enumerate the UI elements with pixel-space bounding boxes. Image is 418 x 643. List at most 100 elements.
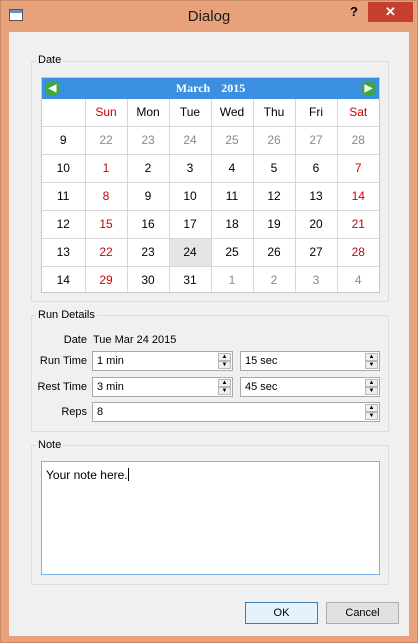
calendar-day[interactable]: 27 <box>295 126 338 155</box>
help-button[interactable]: ? <box>344 2 364 22</box>
text-cursor <box>127 468 129 481</box>
week-number-corner <box>42 99 86 127</box>
calendar-day[interactable]: 8 <box>85 182 128 211</box>
calendar-header: ◀ March 2015 ▶ <box>42 78 379 99</box>
calendar-day[interactable]: 22 <box>85 126 128 155</box>
calendar-day[interactable]: 25 <box>211 238 254 267</box>
calendar-week-row: 13 22 23 24 25 26 27 28 <box>42 238 379 267</box>
date-label: Date <box>63 334 87 346</box>
calendar-day[interactable]: 20 <box>295 210 338 239</box>
calendar-month[interactable]: March <box>176 81 210 95</box>
calendar-year[interactable]: 2015 <box>221 81 245 95</box>
calendar-day[interactable]: 12 <box>253 182 296 211</box>
calendar-day[interactable]: 25 <box>211 126 254 155</box>
calendar-day[interactable]: 26 <box>253 238 296 267</box>
calendar-day[interactable]: 14 <box>337 182 379 211</box>
run-time-sec-value: 15 sec <box>245 355 278 367</box>
note-text: Your note here. <box>46 468 128 482</box>
day-header: Sun <box>85 99 128 127</box>
week-number: 13 <box>42 238 86 267</box>
calendar-day[interactable]: 15 <box>85 210 128 239</box>
day-header: Fri <box>295 99 338 127</box>
spin-down-icon[interactable]: ▼ <box>218 361 231 369</box>
date-value: Tue Mar 24 2015 <box>93 334 177 346</box>
rest-time-sec-spinbox[interactable]: 45 sec ▲ ▼ <box>240 377 380 397</box>
day-header: Wed <box>211 99 254 127</box>
spin-up-icon[interactable]: ▲ <box>365 353 378 361</box>
calendar-header-row: Sun Mon Tue Wed Thu Fri Sat <box>42 99 379 127</box>
spin-up-icon[interactable]: ▲ <box>365 379 378 387</box>
calendar-week-row: 12 15 16 17 18 19 20 21 <box>42 210 379 239</box>
calendar-day[interactable]: 4 <box>337 266 379 294</box>
run-details-title: Run Details <box>36 309 97 321</box>
rest-time-label: Rest Time <box>37 381 87 393</box>
calendar-day[interactable]: 2 <box>253 266 296 294</box>
calendar-day[interactable]: 23 <box>127 238 170 267</box>
run-time-sec-spinbox[interactable]: 15 sec ▲ ▼ <box>240 351 380 371</box>
arrow-right-icon[interactable]: ▶ <box>361 81 376 96</box>
spin-up-icon[interactable]: ▲ <box>218 379 231 387</box>
calendar-week-row: 14 29 30 31 1 2 3 4 <box>42 266 379 294</box>
cancel-button[interactable]: Cancel <box>326 602 399 624</box>
calendar-day[interactable]: 5 <box>253 154 296 183</box>
calendar-day[interactable]: 30 <box>127 266 170 294</box>
calendar-month-year: March 2015 <box>42 81 379 96</box>
spin-down-icon[interactable]: ▼ <box>365 387 378 395</box>
week-number: 9 <box>42 126 86 155</box>
dialog-window: Dialog ? ✕ Date ◀ March 2015 ▶ Sun Mon T… <box>0 0 418 643</box>
spin-up-icon[interactable]: ▲ <box>365 404 378 412</box>
calendar-day[interactable]: 21 <box>337 210 379 239</box>
calendar-day[interactable]: 26 <box>253 126 296 155</box>
calendar-day[interactable]: 3 <box>295 266 338 294</box>
calendar-day[interactable]: 3 <box>169 154 212 183</box>
calendar-day[interactable]: 24 <box>169 126 212 155</box>
calendar-day[interactable]: 11 <box>211 182 254 211</box>
rest-time-min-value: 3 min <box>97 381 124 393</box>
week-number: 12 <box>42 210 86 239</box>
reps-spinbox[interactable]: 8 ▲ ▼ <box>92 402 380 422</box>
calendar-day[interactable]: 27 <box>295 238 338 267</box>
rest-time-sec-value: 45 sec <box>245 381 278 393</box>
calendar-day[interactable]: 28 <box>337 238 379 267</box>
calendar-day[interactable]: 9 <box>127 182 170 211</box>
calendar-day[interactable]: 19 <box>253 210 296 239</box>
calendar-day[interactable]: 10 <box>169 182 212 211</box>
calendar-day[interactable]: 7 <box>337 154 379 183</box>
day-header: Tue <box>169 99 212 127</box>
calendar-day[interactable]: 2 <box>127 154 170 183</box>
title-bar: Dialog ? ✕ <box>1 1 417 32</box>
run-time-min-spinbox[interactable]: 1 min ▲ ▼ <box>92 351 233 371</box>
spin-up-icon[interactable]: ▲ <box>218 353 231 361</box>
calendar-day[interactable]: 22 <box>85 238 128 267</box>
close-button[interactable]: ✕ <box>368 2 413 22</box>
calendar-week-row: 10 1 2 3 4 5 6 7 <box>42 154 379 183</box>
calendar-widget: ◀ March 2015 ▶ Sun Mon Tue Wed Thu Fri S… <box>41 77 380 294</box>
ok-button[interactable]: OK <box>245 602 318 624</box>
calendar-day[interactable]: 4 <box>211 154 254 183</box>
calendar-day[interactable]: 28 <box>337 126 379 155</box>
calendar-day[interactable]: 17 <box>169 210 212 239</box>
note-textarea[interactable]: Your note here. <box>41 461 380 575</box>
spin-down-icon[interactable]: ▼ <box>365 412 378 420</box>
calendar-day-selected[interactable]: 24 <box>169 238 212 267</box>
calendar-day[interactable]: 18 <box>211 210 254 239</box>
calendar-day[interactable]: 13 <box>295 182 338 211</box>
calendar-day[interactable]: 1 <box>85 154 128 183</box>
calendar-day[interactable]: 29 <box>85 266 128 294</box>
spin-down-icon[interactable]: ▼ <box>365 361 378 369</box>
day-header: Mon <box>127 99 170 127</box>
day-header: Thu <box>253 99 296 127</box>
spin-down-icon[interactable]: ▼ <box>218 387 231 395</box>
note-title: Note <box>36 439 64 451</box>
calendar-day[interactable]: 6 <box>295 154 338 183</box>
day-header: Sat <box>337 99 379 127</box>
run-time-min-value: 1 min <box>97 355 124 367</box>
calendar-day[interactable]: 23 <box>127 126 170 155</box>
calendar-day[interactable]: 1 <box>211 266 254 294</box>
rest-time-min-spinbox[interactable]: 3 min ▲ ▼ <box>92 377 233 397</box>
date-group-title: Date <box>36 54 64 66</box>
run-time-label: Run Time <box>39 355 87 367</box>
calendar-day[interactable]: 16 <box>127 210 170 239</box>
week-number: 11 <box>42 182 86 211</box>
calendar-day[interactable]: 31 <box>169 266 212 294</box>
